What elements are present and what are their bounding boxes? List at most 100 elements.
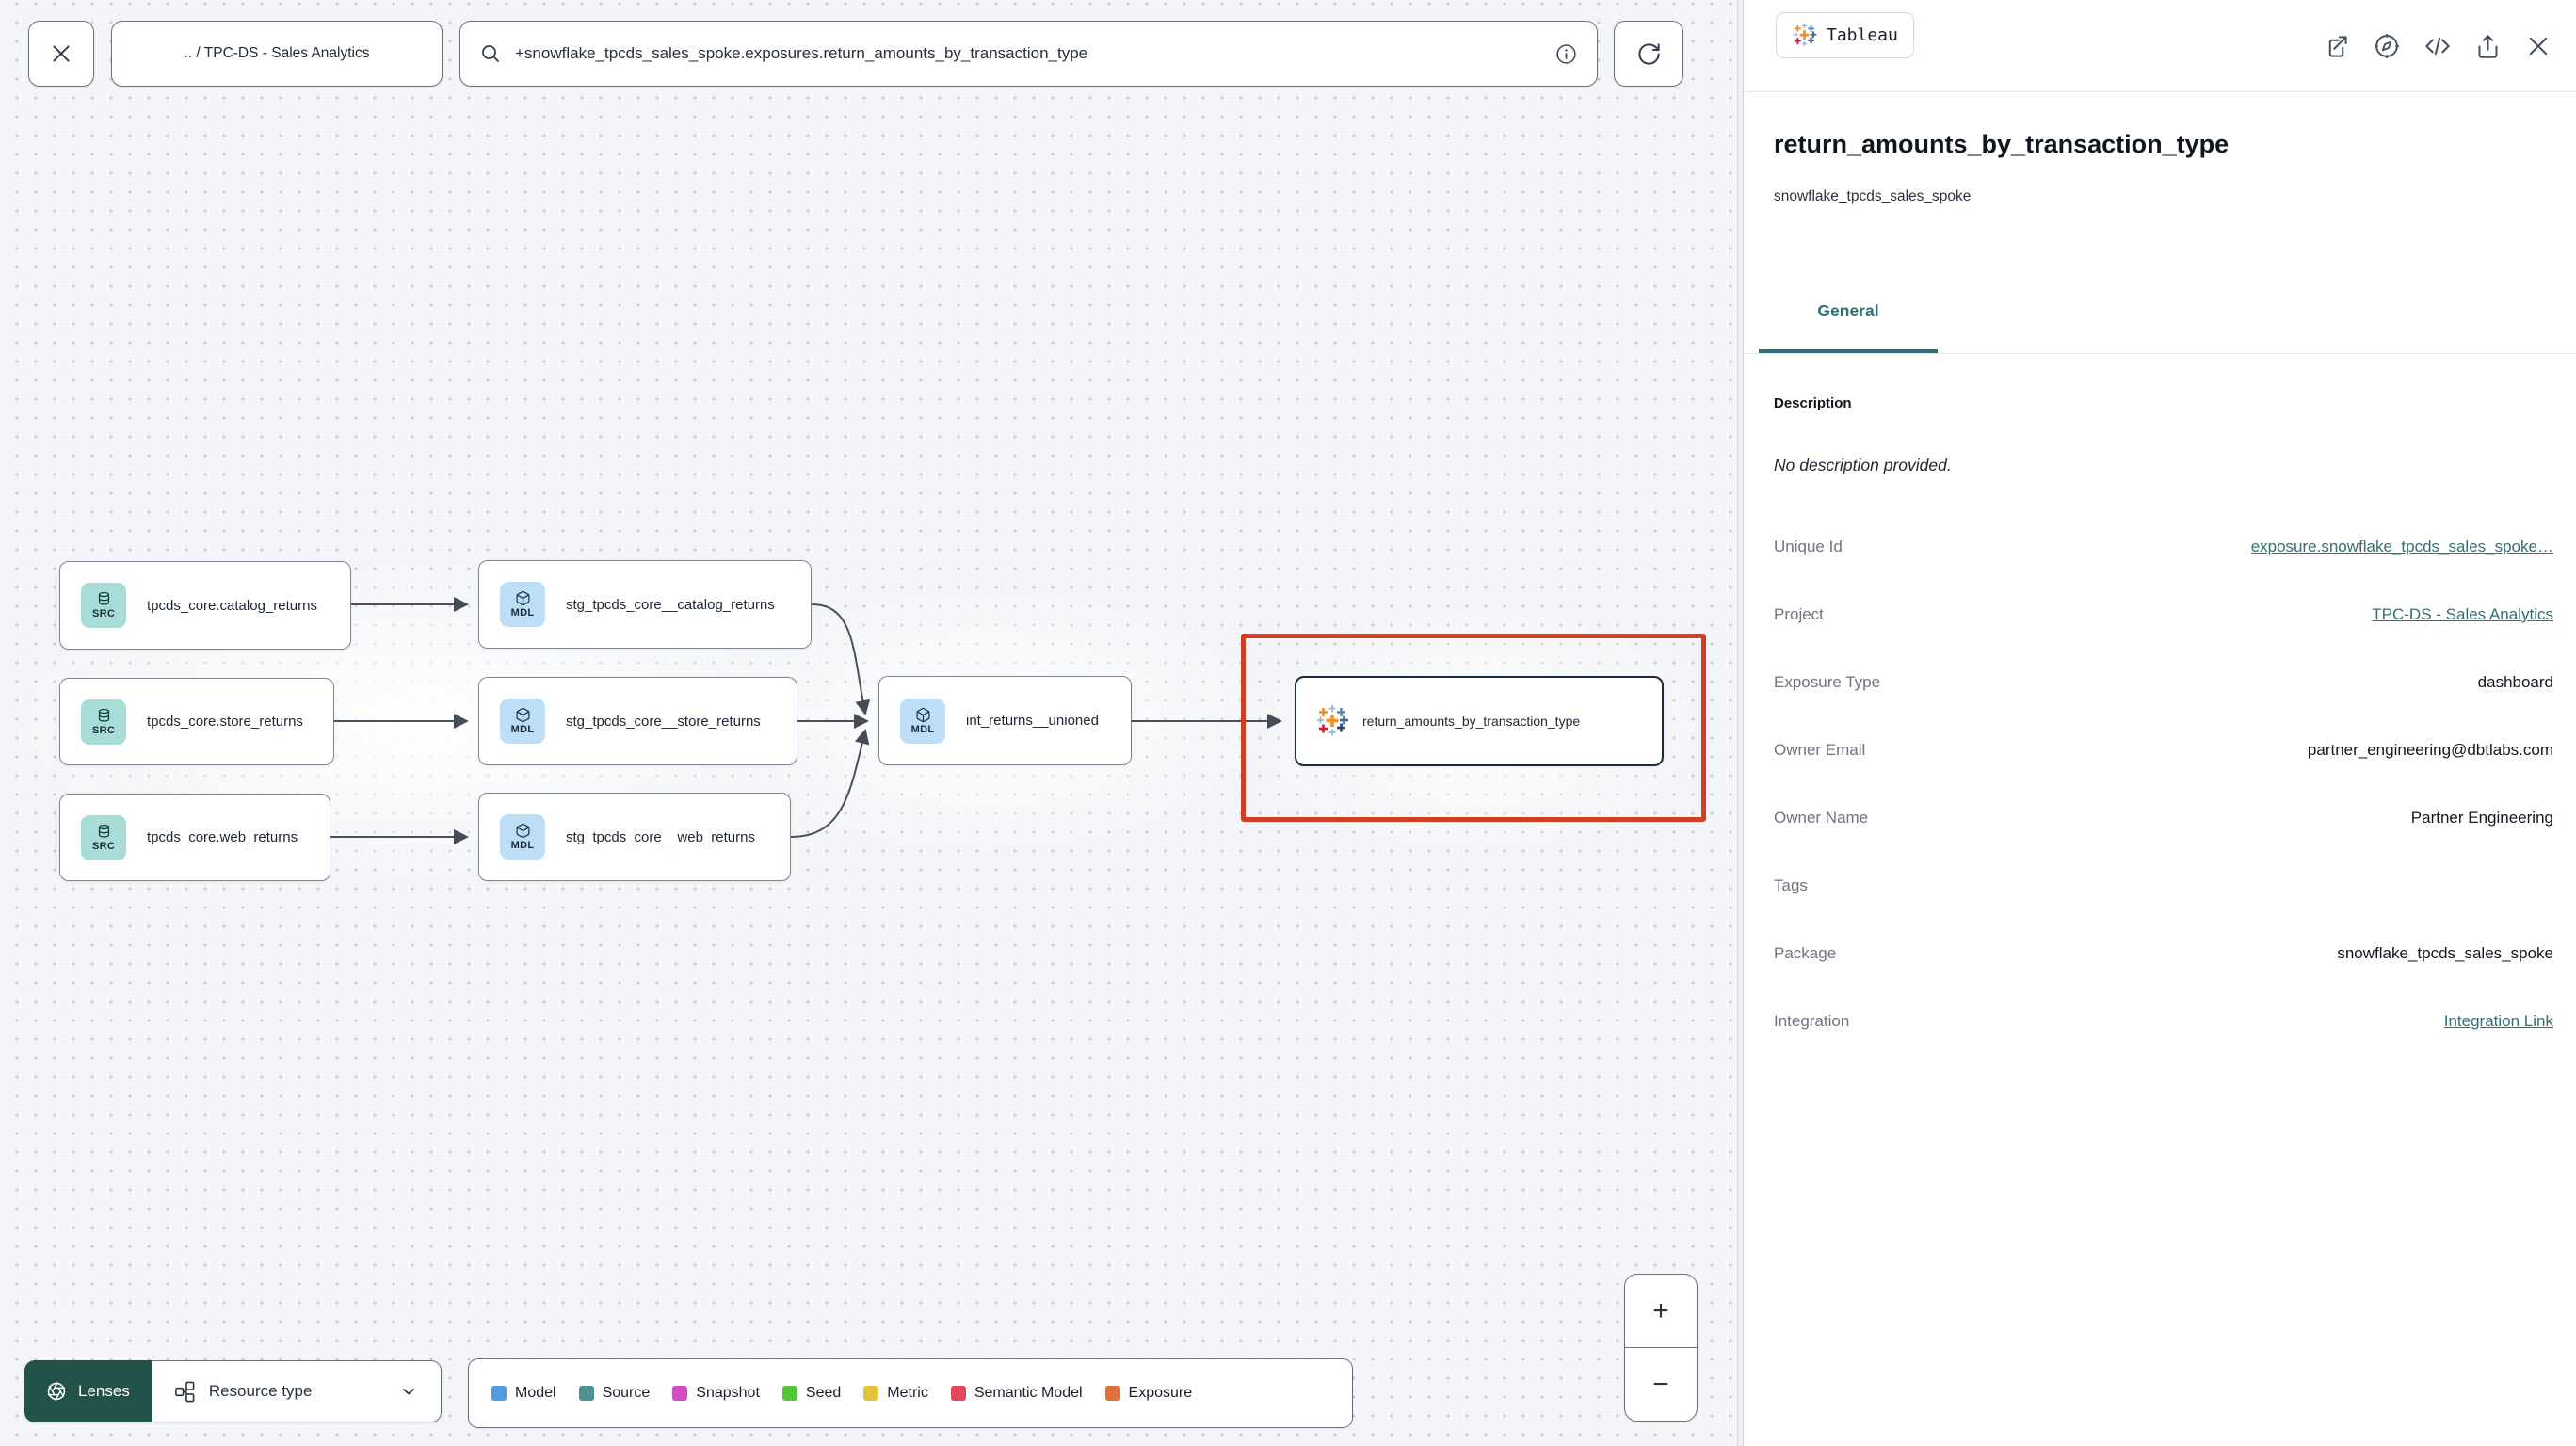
- field-label: Unique Id: [1774, 538, 1843, 555]
- tabs-divider: [1744, 353, 2576, 354]
- metadata-fields: Unique Id exposure.snowflake_tpcds_sales…: [1744, 513, 2576, 1055]
- field-label: Exposure Type: [1774, 673, 1881, 691]
- legend-label: Exposure: [1128, 1385, 1193, 1401]
- source-badge: SRC: [81, 583, 126, 628]
- node-label: stg_tpcds_core__web_returns: [566, 828, 755, 845]
- node-label: tpcds_core.catalog_returns: [147, 597, 317, 614]
- tableau-badge-label: Tableau: [1827, 25, 1898, 45]
- lens-controls: Lenses Resource type: [24, 1360, 442, 1422]
- source-badge: SRC: [81, 814, 126, 860]
- compass-icon: [2374, 33, 2400, 59]
- close-icon: [49, 41, 73, 66]
- close-graph-button[interactable]: [28, 21, 94, 87]
- node-label: stg_tpcds_core__catalog_returns: [566, 596, 775, 613]
- view-code-button[interactable]: [2424, 33, 2451, 59]
- field-value: Partner Engineering: [2410, 809, 2553, 827]
- node-label: tpcds_core.web_returns: [147, 829, 298, 845]
- legend-swatch: [863, 1386, 879, 1401]
- lenses-button[interactable]: Lenses: [24, 1360, 152, 1422]
- refresh-button[interactable]: [1614, 21, 1683, 87]
- resource-type-label: Resource type: [208, 1382, 313, 1400]
- share-icon: [2475, 34, 2501, 59]
- info-icon[interactable]: [1554, 42, 1578, 66]
- field-label: Project: [1774, 605, 1824, 623]
- open-external-button[interactable]: [2324, 34, 2349, 59]
- integration-link[interactable]: Integration Link: [2444, 1012, 2553, 1031]
- breadcrumb-label: .. / TPC-DS - Sales Analytics: [184, 45, 370, 61]
- panel-title: return_amounts_by_transaction_type: [1774, 130, 2230, 158]
- node-label: stg_tpcds_core__store_returns: [566, 713, 761, 730]
- zoom-out-button[interactable]: −: [1625, 1347, 1697, 1421]
- legend-item-semantic-model: Semantic Model: [950, 1385, 1083, 1402]
- legend-item-source: Source: [578, 1385, 651, 1402]
- tableau-icon: [1315, 704, 1349, 738]
- legend-label: Seed: [805, 1385, 842, 1401]
- legend-item-model: Model: [491, 1385, 556, 1402]
- search-icon: [479, 42, 502, 65]
- breadcrumb[interactable]: .. / TPC-DS - Sales Analytics: [111, 21, 443, 87]
- legend-item-metric: Metric: [863, 1385, 928, 1402]
- search-input[interactable]: [515, 44, 1541, 63]
- legend-swatch: [672, 1386, 688, 1401]
- legend-swatch: [781, 1386, 797, 1401]
- source-badge: SRC: [81, 699, 126, 745]
- project-link[interactable]: TPC-DS - Sales Analytics: [2372, 605, 2553, 624]
- graph-node-source-web-returns[interactable]: SRC tpcds_core.web_returns: [59, 794, 330, 881]
- graph-node-exposure-return-amounts[interactable]: return_amounts_by_transaction_type: [1295, 676, 1664, 766]
- search-bar: [459, 21, 1598, 87]
- model-badge: MDL: [500, 814, 545, 860]
- field-row-package: Package snowflake_tpcds_sales_spoke: [1744, 920, 2576, 988]
- field-value: snowflake_tpcds_sales_spoke: [2337, 944, 2553, 962]
- legend-label: Model: [515, 1385, 556, 1401]
- node-type-legend: Model Source Snapshot Seed Metric Semant…: [468, 1358, 1353, 1428]
- graph-node-source-store-returns[interactable]: SRC tpcds_core.store_returns: [59, 678, 334, 765]
- graph-node-stg-catalog-returns[interactable]: MDL stg_tpcds_core__catalog_returns: [478, 560, 812, 649]
- panel-header-actions: [2324, 0, 2552, 92]
- badge-label: MDL: [510, 840, 535, 851]
- panel-subtitle: snowflake_tpcds_sales_spoke: [1774, 188, 1972, 204]
- cube-icon: [515, 823, 531, 839]
- graph-node-stg-store-returns[interactable]: MDL stg_tpcds_core__store_returns: [478, 677, 797, 765]
- field-label: Tags: [1774, 876, 1808, 894]
- zoom-in-button[interactable]: +: [1625, 1275, 1697, 1347]
- field-label: Owner Name: [1774, 809, 1869, 827]
- field-label: Integration: [1774, 1012, 1850, 1030]
- panel-divider: [1737, 0, 1744, 1446]
- field-row-integration: Integration Integration Link: [1744, 988, 2576, 1055]
- external-link-icon: [2324, 34, 2349, 59]
- field-row-owner-name: Owner Name Partner Engineering: [1744, 784, 2576, 852]
- legend-item-exposure: Exposure: [1104, 1385, 1193, 1402]
- tab-general[interactable]: General: [1759, 296, 1938, 354]
- chevron-down-icon: [399, 1382, 418, 1401]
- database-icon: [96, 708, 112, 724]
- graph-node-source-catalog-returns[interactable]: SRC tpcds_core.catalog_returns: [59, 561, 351, 650]
- legend-swatch: [578, 1386, 594, 1401]
- graph-node-stg-web-returns[interactable]: MDL stg_tpcds_core__web_returns: [478, 793, 791, 881]
- description-heading: Description: [1774, 395, 1852, 411]
- legend-swatch: [491, 1386, 507, 1401]
- field-row-unique-id: Unique Id exposure.snowflake_tpcds_sales…: [1744, 513, 2576, 581]
- tableau-badge: Tableau: [1776, 12, 1914, 58]
- badge-label: SRC: [91, 608, 116, 619]
- close-panel-button[interactable]: [2525, 33, 2552, 59]
- field-row-exposure-type: Exposure Type dashboard: [1744, 649, 2576, 716]
- legend-swatch: [1104, 1386, 1120, 1401]
- explore-lineage-button[interactable]: [2374, 33, 2400, 59]
- database-icon: [96, 824, 112, 840]
- legend-label: Source: [602, 1385, 651, 1401]
- field-label: Package: [1774, 944, 1837, 962]
- resource-type-dropdown[interactable]: Resource type: [151, 1360, 442, 1422]
- tab-general-label: General: [1817, 301, 1879, 320]
- unique-id-link[interactable]: exposure.snowflake_tpcds_sales_spoke…: [2251, 538, 2553, 556]
- cube-icon: [915, 707, 931, 723]
- node-label: int_returns__unioned: [966, 713, 1099, 729]
- share-button[interactable]: [2475, 34, 2501, 59]
- lineage-canvas[interactable]: SRC tpcds_core.catalog_returns SRC tpcds…: [0, 0, 1737, 1446]
- database-icon: [96, 591, 112, 607]
- badge-label: MDL: [510, 724, 535, 735]
- legend-label: Metric: [887, 1385, 928, 1401]
- model-badge: MDL: [500, 582, 545, 627]
- tableau-icon: [1792, 23, 1817, 48]
- graph-node-int-returns-unioned[interactable]: MDL int_returns__unioned: [878, 676, 1132, 765]
- field-row-tags: Tags: [1744, 852, 2576, 920]
